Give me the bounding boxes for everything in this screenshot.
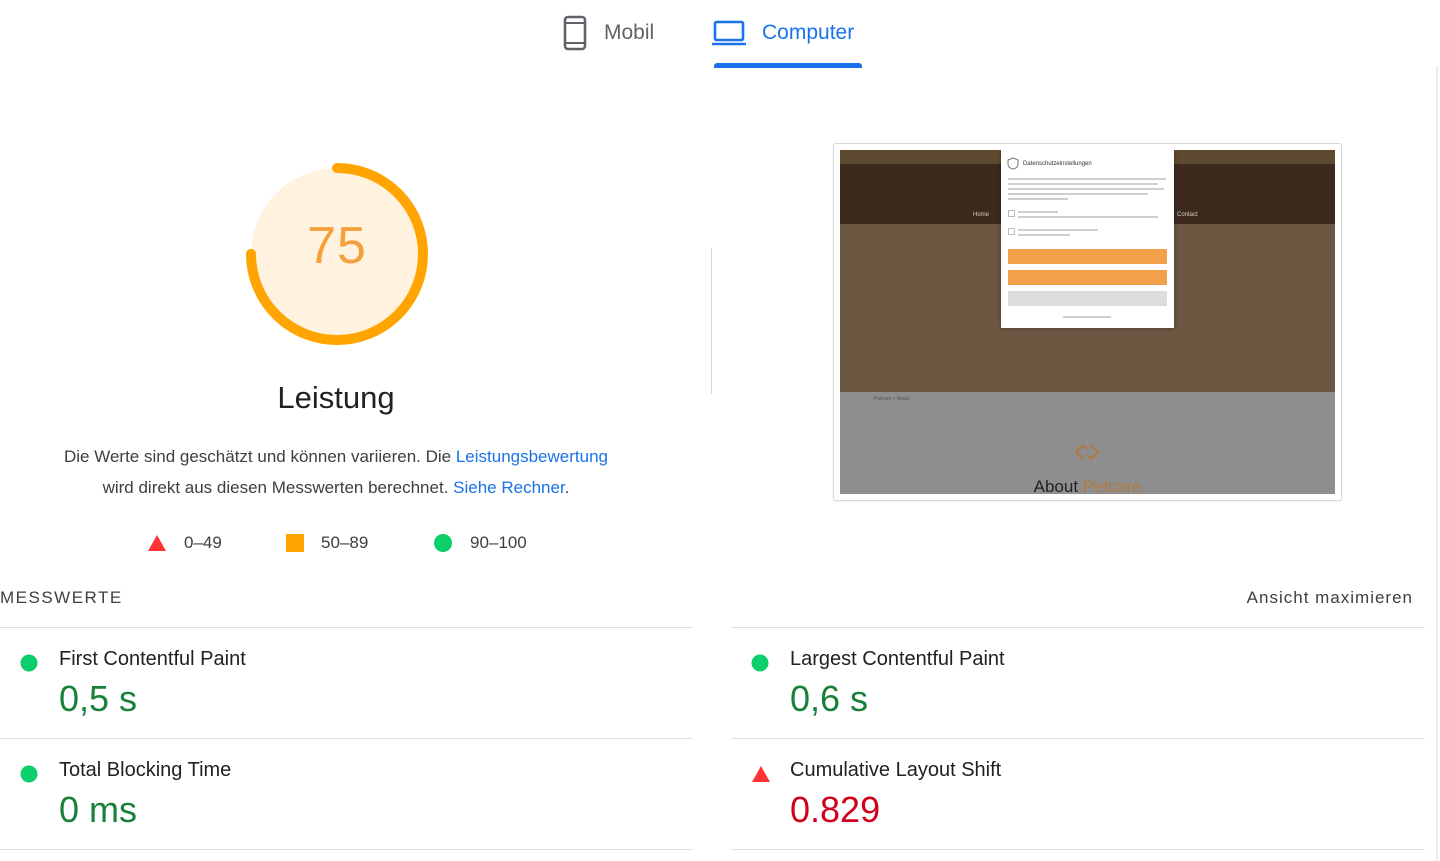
legend-fail: 0–49 <box>147 530 222 556</box>
performance-description: Die Werte sind geschätzt und können vari… <box>20 441 652 503</box>
desc-text-2: wird direkt aus diesen Messwerten berech… <box>102 478 454 497</box>
phone-icon <box>563 15 587 51</box>
metrics-divider <box>0 627 693 628</box>
metric-name: Cumulative Layout Shift <box>790 759 1002 781</box>
panel-edge <box>1436 66 1438 861</box>
modal-text-line <box>1018 234 1070 236</box>
pass-circle-icon <box>751 654 769 672</box>
legend-average: 50–89 <box>286 530 368 556</box>
page-screenshot[interactable]: Home Contact Petcare > About About Petca… <box>833 143 1342 501</box>
desc-text-3: . <box>564 478 570 497</box>
modal-footer-links <box>1063 316 1111 318</box>
legend-fail-label: 0–49 <box>184 533 222 552</box>
desc-text-1: Die Werte sind geschätzt und können vari… <box>63 447 456 466</box>
tab-desktop[interactable]: Computer <box>712 0 854 66</box>
modal-text-line <box>1008 178 1166 180</box>
performance-score-link[interactable]: Leistungsbewertung <box>456 447 608 466</box>
pass-circle-icon <box>20 765 38 783</box>
metrics-divider <box>0 849 693 850</box>
metric-name: Largest Contentful Paint <box>790 648 1005 670</box>
metric-value: 0 ms <box>59 789 138 830</box>
modal-text-line <box>1008 193 1148 195</box>
metric-name: Total Blocking Time <box>59 759 232 781</box>
screenshot-nav-contact: Contact <box>1177 212 1198 218</box>
performance-score: 75 <box>307 217 367 275</box>
modal-accept-all-button <box>1008 249 1167 264</box>
modal-text-line <box>1018 216 1158 218</box>
metric-value: 0,5 s <box>59 678 138 719</box>
tab-mobile-label: Mobil <box>604 21 655 44</box>
legend-average-label: 50–89 <box>321 533 369 552</box>
calculator-link[interactable]: Siehe Rechner <box>453 478 565 497</box>
active-tab-indicator <box>714 63 862 68</box>
screenshot-nav-home: Home <box>973 212 990 218</box>
circle-icon <box>434 534 452 552</box>
modal-title: Datenschutzeinstellungen <box>1023 161 1092 167</box>
metric-value: 0,6 s <box>790 678 869 719</box>
laptop-icon <box>712 20 746 46</box>
pass-circle-icon <box>20 654 38 672</box>
modal-text-line <box>1018 229 1098 231</box>
shield-icon <box>1007 157 1019 170</box>
modal-accept-selection-button <box>1008 291 1167 306</box>
metric-name: First Contentful Paint <box>59 648 246 670</box>
modal-accept-essential-button <box>1008 270 1167 285</box>
modal-text-line <box>1008 188 1164 190</box>
modal-checkbox <box>1008 210 1015 217</box>
legend-pass: 90–100 <box>433 530 527 556</box>
triangle-icon <box>148 535 166 551</box>
modal-text-line <box>1008 183 1158 185</box>
cookie-consent-modal: Datenschutzeinstellungen <box>1001 150 1174 328</box>
performance-title: Leistung <box>277 380 395 415</box>
modal-text-line <box>1008 198 1068 200</box>
screenshot-heading: About Petcare <box>840 477 1335 494</box>
legend-pass-label: 90–100 <box>470 533 527 552</box>
metric-value: 0.829 <box>790 789 881 830</box>
screenshot-image: Home Contact Petcare > About About Petca… <box>840 150 1335 494</box>
section-divider <box>711 248 712 394</box>
screenshot-heading-text: About <box>1033 477 1083 494</box>
screenshot-heading-accent: Petcare <box>1082 477 1142 494</box>
maximize-view-button[interactable]: Ansicht maximieren <box>1180 588 1413 608</box>
modal-text-line <box>1018 211 1058 213</box>
metrics-divider <box>0 738 693 739</box>
square-icon <box>286 534 304 552</box>
metrics-divider <box>731 738 1425 739</box>
metrics-divider <box>731 849 1425 850</box>
petcare-logo-icon <box>1075 444 1099 460</box>
metrics-label: MESSWERTE <box>0 588 123 607</box>
screenshot-breadcrumb: Petcare > About <box>874 396 910 402</box>
tab-mobile[interactable]: Mobil <box>562 0 654 66</box>
tab-desktop-label: Computer <box>762 21 855 44</box>
metrics-divider <box>731 627 1425 628</box>
fail-triangle-icon <box>752 766 770 782</box>
modal-checkbox <box>1008 228 1015 235</box>
